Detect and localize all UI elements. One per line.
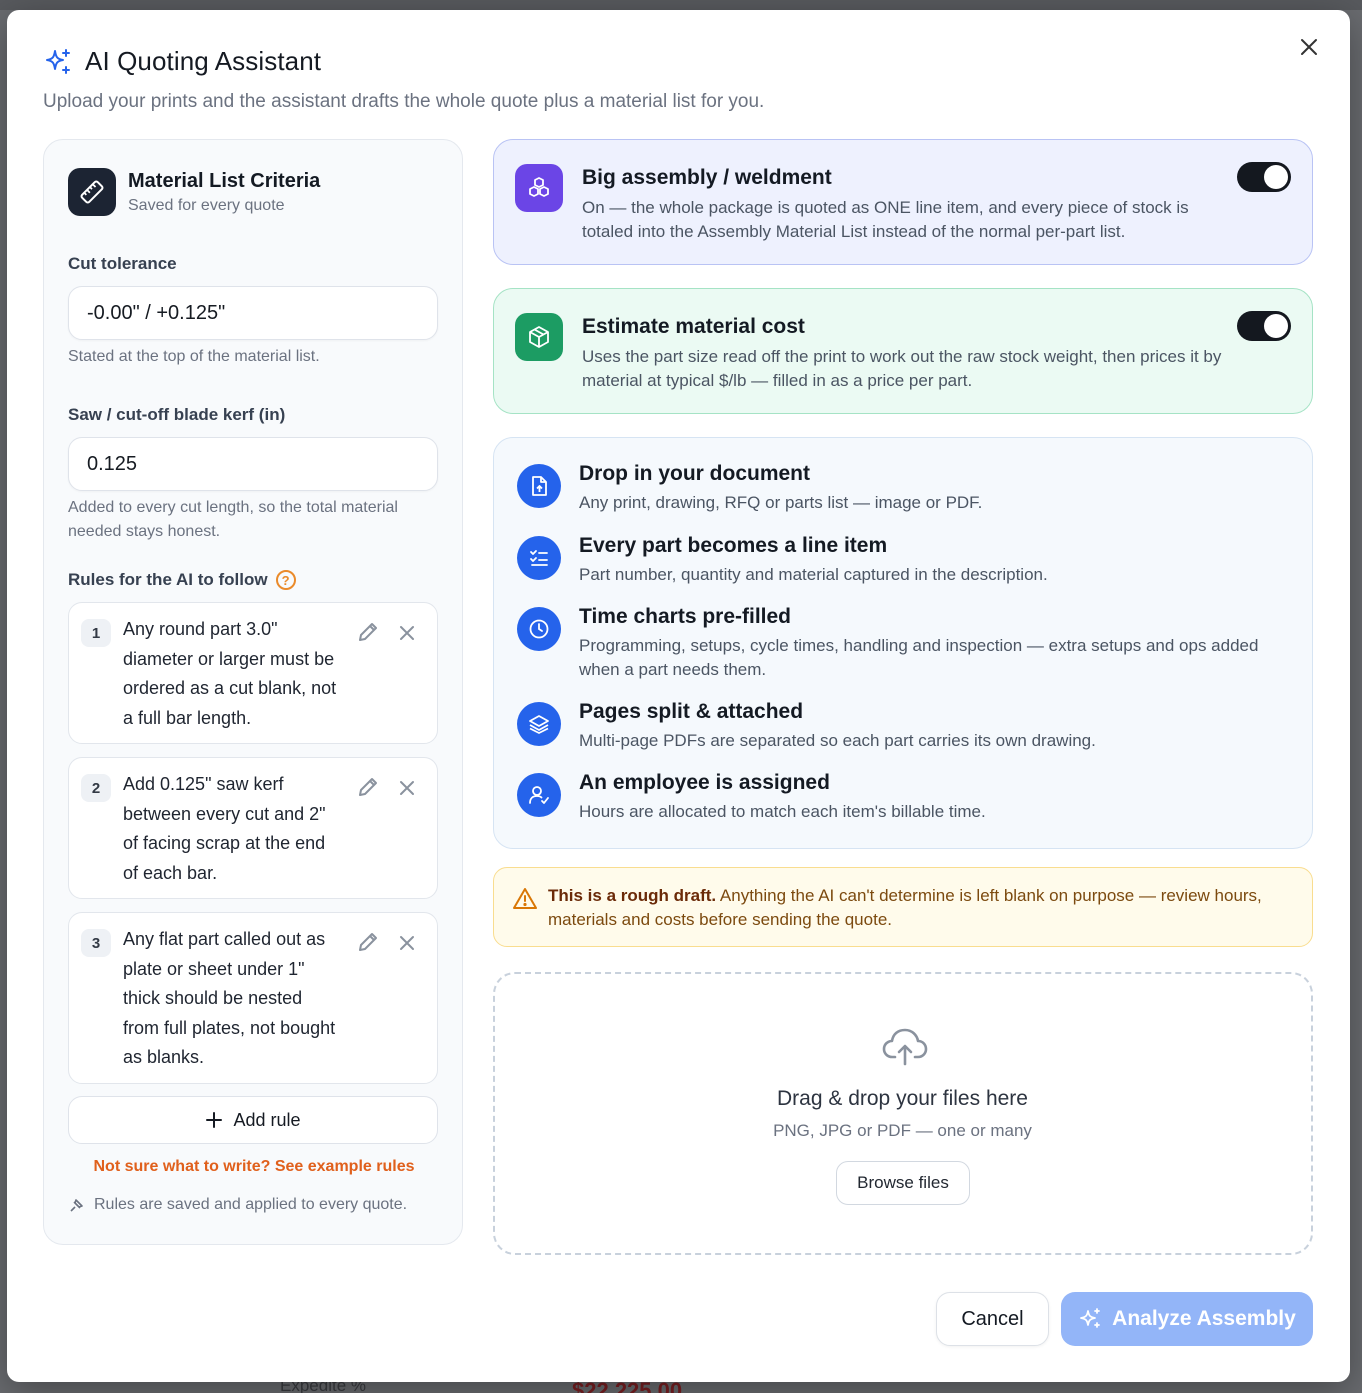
ruler-icon <box>68 168 116 216</box>
rules-label: Rules for the AI to follow <box>68 570 268 589</box>
browse-files-button[interactable]: Browse files <box>836 1161 970 1205</box>
feature-description: Any print, drawing, RFQ or parts list — … <box>579 493 983 512</box>
close-button[interactable] <box>1296 34 1322 60</box>
feature-description: Part number, quantity and material captu… <box>579 565 1048 584</box>
rule-text: Add 0.125" saw kerf between every cut an… <box>123 774 326 883</box>
pencil-icon[interactable] <box>355 929 381 955</box>
material-cost-toggle[interactable] <box>1237 311 1291 341</box>
ai-quoting-modal: AI Quoting Assistant Upload your prints … <box>7 10 1350 1382</box>
assembly-toggle-card: Big assembly / weldment On — the whole p… <box>493 139 1313 265</box>
add-rule-button[interactable]: Add rule <box>68 1096 438 1144</box>
checklist-icon <box>517 536 561 580</box>
rule-number: 2 <box>81 774 111 802</box>
analyze-assembly-button[interactable]: Analyze Assembly <box>1061 1292 1313 1346</box>
delete-rule-icon[interactable] <box>395 931 419 955</box>
help-icon[interactable]: ? <box>275 570 296 590</box>
sparkles-icon <box>46 48 70 74</box>
feature-description: Multi-page PDFs are separated so each pa… <box>579 731 1096 750</box>
feature-title: Time charts pre-filled <box>579 605 792 628</box>
rule-card: 2 Add 0.125" saw kerf between every cut … <box>68 757 438 899</box>
add-rule-label: Add rule <box>233 1109 301 1130</box>
example-rules-link[interactable]: Not sure what to write? See example rule… <box>44 1158 464 1176</box>
feature-title: Pages split & attached <box>579 700 804 723</box>
features-panel: Drop in your document Any print, drawing… <box>493 437 1313 849</box>
cubes-icon <box>515 164 563 212</box>
file-upload-icon <box>517 464 561 508</box>
feature-title: Every part becomes a line item <box>579 534 888 557</box>
feature-item: Time charts pre-filled Programming, setu… <box>517 605 1269 682</box>
modal-header: AI Quoting Assistant Upload your prints … <box>43 46 764 113</box>
kerf-hint: Added to every cut length, so the total … <box>68 499 398 540</box>
warning-icon <box>513 888 537 909</box>
pin-icon <box>70 1199 83 1212</box>
rule-number: 1 <box>81 619 111 647</box>
warning-bold: This is a rough draft. <box>548 886 717 905</box>
feature-title: An employee is assigned <box>579 771 830 794</box>
rough-draft-warning: This is a rough draft. Anything the AI c… <box>493 867 1313 947</box>
layers-icon <box>517 702 561 746</box>
cut-tolerance-label: Cut tolerance <box>68 254 177 273</box>
cut-tolerance-input[interactable]: -0.00" / +0.125" <box>68 286 438 340</box>
backdrop-strip <box>0 0 1362 10</box>
plus-icon <box>206 1112 223 1128</box>
delete-rule-icon[interactable] <box>395 776 419 800</box>
pencil-icon[interactable] <box>355 774 381 800</box>
modal-title: AI Quoting Assistant <box>85 46 322 76</box>
sparkles-icon <box>1080 1308 1101 1328</box>
rule-card: 3 Any flat part called out as plate or s… <box>68 912 438 1084</box>
kerf-label: Saw / cut-off blade kerf (in) <box>68 405 286 424</box>
file-dropzone[interactable]: Drag & drop your files here PNG, JPG or … <box>493 972 1313 1255</box>
assembly-toggle[interactable] <box>1237 162 1291 192</box>
assembly-title: Big assembly / weldment <box>582 166 832 189</box>
feature-item: Drop in your document Any print, drawing… <box>517 462 1269 515</box>
dropzone-subtitle: PNG, JPG or PDF — one or many <box>773 1121 1032 1140</box>
material-cost-toggle-card: Estimate material cost Uses the part siz… <box>493 288 1313 414</box>
material-cost-title: Estimate material cost <box>582 315 805 338</box>
cancel-button[interactable]: Cancel <box>936 1292 1049 1346</box>
pencil-icon[interactable] <box>355 619 381 645</box>
feature-description: Hours are allocated to match each item's… <box>579 802 986 821</box>
material-criteria-panel: Material List Criteria Saved for every q… <box>43 139 463 1245</box>
clock-icon <box>517 607 561 651</box>
delete-rule-icon[interactable] <box>395 621 419 645</box>
feature-item: Every part becomes a line item Part numb… <box>517 534 1269 587</box>
user-check-icon <box>517 773 561 817</box>
rules-label-row: Rules for the AI to follow ? <box>68 570 296 590</box>
feature-item: Pages split & attached Multi-page PDFs a… <box>517 700 1269 753</box>
warning-text: This is a rough draft. Anything the AI c… <box>548 884 1278 932</box>
criteria-subtitle: Saved for every quote <box>128 196 285 214</box>
dropzone-title: Drag & drop your files here <box>777 1087 1028 1110</box>
cut-tolerance-hint: Stated at the top of the material list. <box>68 348 320 365</box>
toggle-knob <box>1264 314 1288 338</box>
feature-item: An employee is assigned Hours are alloca… <box>517 771 1269 824</box>
cloud-upload-icon <box>882 1028 928 1066</box>
criteria-title: Material List Criteria <box>128 169 321 192</box>
rule-text: Any round part 3.0" diameter or larger m… <box>123 619 337 728</box>
modal-subtitle: Upload your prints and the assistant dra… <box>43 91 765 112</box>
feature-description: Programming, setups, cycle times, handli… <box>579 636 1259 679</box>
close-icon <box>1301 39 1317 55</box>
box-icon <box>515 313 563 361</box>
material-cost-description: Uses the part size read off the print to… <box>582 347 1222 390</box>
rule-text: Any flat part called out as plate or she… <box>123 929 336 1067</box>
rule-number: 3 <box>81 929 111 957</box>
saved-note-text: Rules are saved and applied to every quo… <box>94 1196 408 1213</box>
toggle-knob <box>1264 165 1288 189</box>
kerf-input[interactable]: 0.125 <box>68 437 438 491</box>
saved-note: Rules are saved and applied to every quo… <box>68 1196 407 1214</box>
rule-card: 1 Any round part 3.0" diameter or larger… <box>68 602 438 744</box>
analyze-label: Analyze Assembly <box>1112 1307 1296 1330</box>
feature-title: Drop in your document <box>579 462 810 485</box>
assembly-description: On — the whole package is quoted as ONE … <box>582 198 1189 241</box>
